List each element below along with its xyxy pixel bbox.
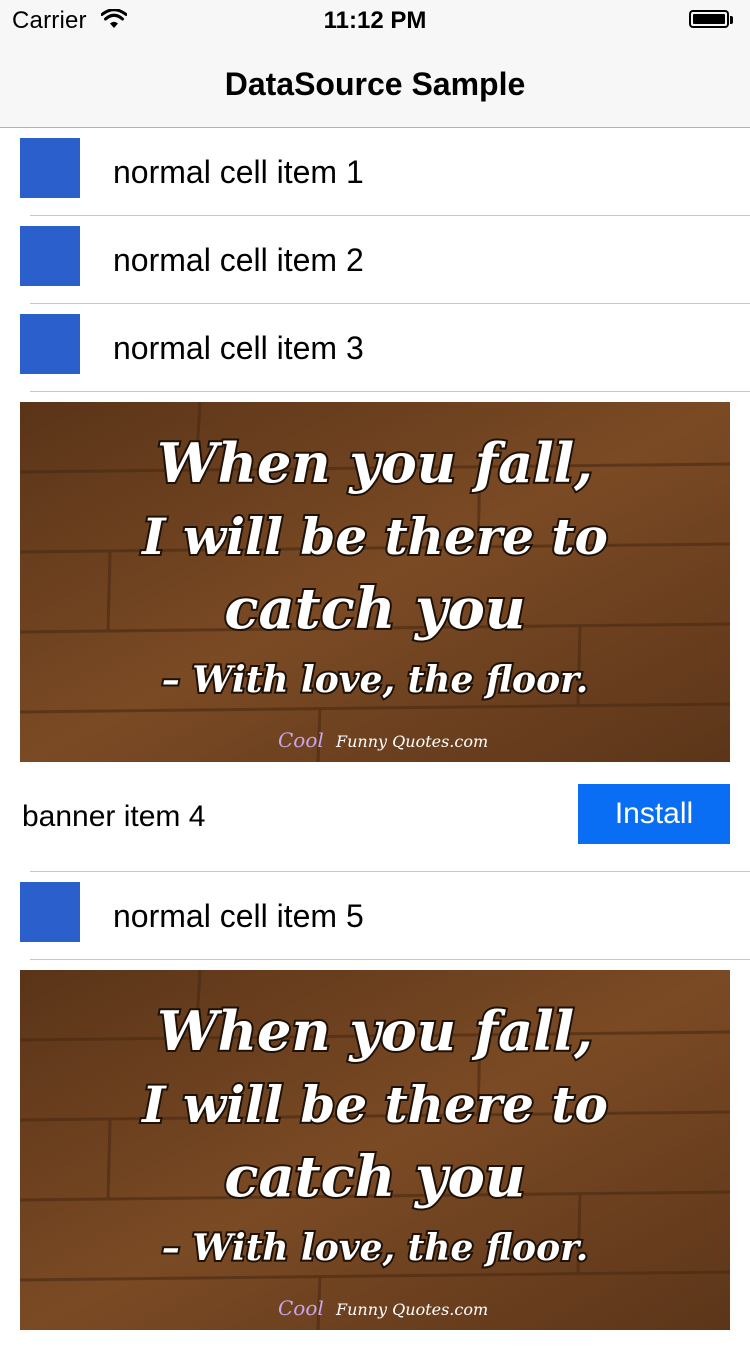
cell-thumbnail xyxy=(20,882,80,942)
list-item[interactable]: normal cell item 2 xyxy=(0,216,750,304)
quote-line: I will be there to xyxy=(140,507,608,566)
banner-label: banner item 4 xyxy=(22,800,206,833)
cell-label: normal cell item 3 xyxy=(113,330,364,366)
cell-thumbnail xyxy=(20,226,80,286)
quote-image: When you fall, I will be there to catch … xyxy=(20,402,730,762)
status-bar: Carrier 11:12 PM xyxy=(0,0,750,40)
quote-image: When you fall, I will be there to catch … xyxy=(20,970,730,1330)
cell-label: normal cell item 5 xyxy=(113,898,364,934)
watermark-text: Funny Quotes.com xyxy=(335,1300,488,1319)
status-time: 11:12 PM xyxy=(323,7,427,34)
battery-full-icon xyxy=(689,10,737,32)
cell-label: normal cell item 2 xyxy=(113,242,364,278)
quote-line: When you fall, xyxy=(157,431,593,495)
banner-item[interactable]: When you fall, I will be there to catch … xyxy=(0,392,750,872)
quote-line: catch you xyxy=(224,1144,525,1210)
quote-line: – With love, the floor. xyxy=(162,659,589,701)
list-item[interactable]: normal cell item 5 xyxy=(0,872,750,960)
table-view[interactable]: normal cell item 1 normal cell item 2 no… xyxy=(0,128,750,1360)
quote-line: I will be there to xyxy=(140,1075,608,1134)
quote-line: When you fall, xyxy=(157,999,593,1063)
cell-thumbnail xyxy=(20,138,80,198)
banner-image: When you fall, I will be there to catch … xyxy=(20,970,730,1330)
banner-item[interactable]: When you fall, I will be there to catch … xyxy=(0,960,750,1360)
watermark-text: Funny Quotes.com xyxy=(335,732,488,751)
page-title: DataSource Sample xyxy=(224,66,526,102)
list-item[interactable]: normal cell item 1 xyxy=(0,128,750,216)
cell-label: normal cell item 1 xyxy=(113,154,364,190)
install-button[interactable]: Install xyxy=(578,784,730,844)
list-item[interactable]: normal cell item 3 xyxy=(0,304,750,392)
navigation-bar: DataSource Sample xyxy=(0,40,750,128)
banner-image: When you fall, I will be there to catch … xyxy=(20,402,730,762)
banner-footer: banner item 4 Install xyxy=(0,762,750,872)
quote-line: – With love, the floor. xyxy=(162,1227,589,1269)
watermark-text: Cool xyxy=(278,1296,324,1320)
cell-thumbnail xyxy=(20,314,80,374)
watermark-text: Cool xyxy=(278,728,324,752)
quote-line: catch you xyxy=(224,576,525,642)
